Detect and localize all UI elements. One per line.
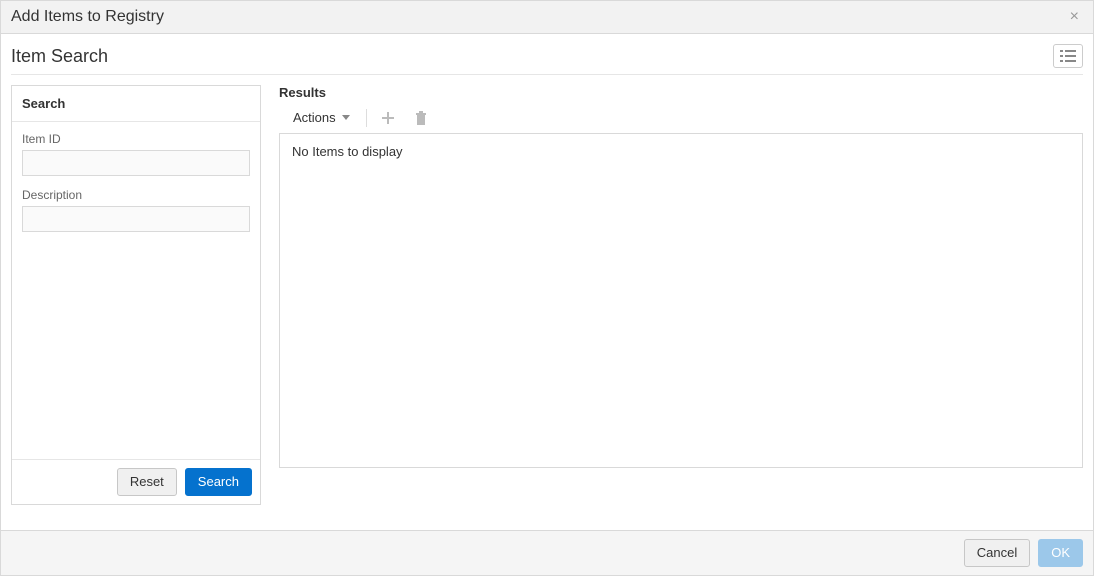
delete-button[interactable] xyxy=(413,109,429,127)
results-empty-message: No Items to display xyxy=(292,144,1070,159)
dialog-title: Add Items to Registry xyxy=(11,8,164,26)
dialog-header: Add Items to Registry × xyxy=(1,1,1093,34)
dialog-body: Item Search Search Item ID xyxy=(1,34,1093,530)
description-field-group: Description xyxy=(22,188,250,232)
list-icon xyxy=(1060,49,1076,63)
dialog: Add Items to Registry × Item Search Sear… xyxy=(0,0,1094,576)
results-toolbar: Actions xyxy=(279,106,1083,133)
actions-label: Actions xyxy=(293,110,336,125)
close-icon[interactable]: × xyxy=(1066,7,1083,27)
toolbar-separator xyxy=(366,109,367,127)
section-header: Item Search xyxy=(11,44,1083,75)
results-title: Results xyxy=(279,85,1083,100)
cancel-button[interactable]: Cancel xyxy=(964,539,1030,567)
search-panel: Search Item ID Description Reset Search xyxy=(11,85,261,505)
reset-button[interactable]: Reset xyxy=(117,468,177,496)
item-id-input[interactable] xyxy=(22,150,250,176)
dialog-footer: Cancel OK xyxy=(1,530,1093,575)
search-panel-body: Item ID Description xyxy=(12,122,260,459)
add-button[interactable] xyxy=(379,109,397,127)
item-id-label: Item ID xyxy=(22,132,250,146)
search-panel-footer: Reset Search xyxy=(12,459,260,504)
description-input[interactable] xyxy=(22,206,250,232)
search-panel-title: Search xyxy=(12,86,260,122)
content-row: Search Item ID Description Reset Search xyxy=(11,85,1083,505)
results-area: No Items to display xyxy=(279,133,1083,468)
trash-icon xyxy=(415,111,427,125)
plus-icon xyxy=(381,111,395,125)
results-panel: Results Actions xyxy=(279,85,1083,505)
page-title: Item Search xyxy=(11,46,108,67)
chevron-down-icon xyxy=(342,115,350,120)
description-label: Description xyxy=(22,188,250,202)
search-button[interactable]: Search xyxy=(185,468,252,496)
ok-button[interactable]: OK xyxy=(1038,539,1083,567)
list-view-toggle[interactable] xyxy=(1053,44,1083,68)
item-id-field-group: Item ID xyxy=(22,132,250,176)
actions-menu-toggle[interactable]: Actions xyxy=(289,108,354,127)
